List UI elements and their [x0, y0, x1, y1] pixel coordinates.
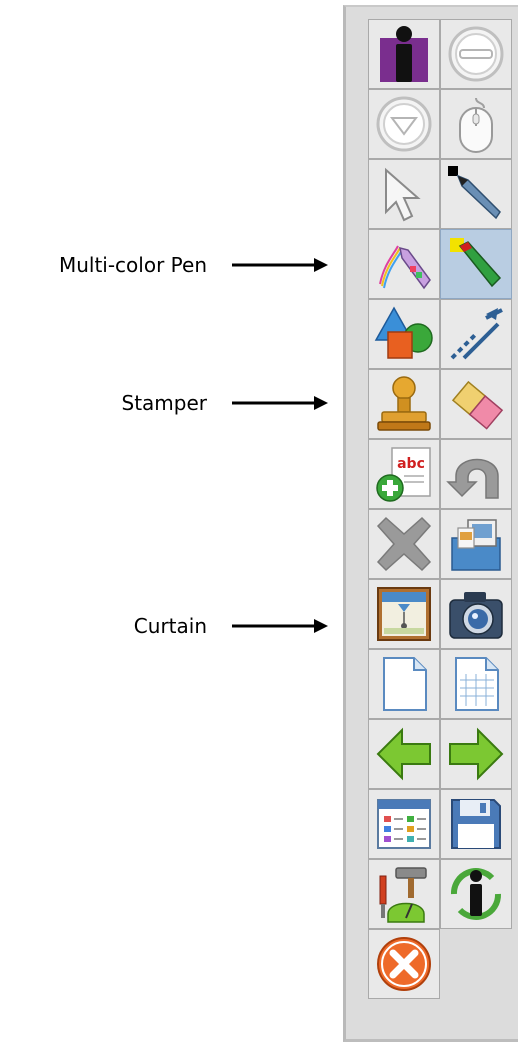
minimize-circle-icon	[448, 26, 504, 82]
add-text-icon: abc	[376, 447, 431, 502]
arrow-right-icon	[232, 258, 328, 272]
callout-label: Curtain	[133, 614, 207, 638]
next-page-button[interactable]	[440, 719, 512, 789]
add-text-button[interactable]: abc	[368, 439, 440, 509]
curtain-button[interactable]	[368, 579, 440, 649]
grid-page-icon	[455, 657, 499, 711]
callout-multicolor-pen: Multi-color Pen	[0, 250, 340, 280]
tools-button[interactable]	[368, 859, 440, 929]
mouse-icon	[459, 97, 493, 153]
pen-icon	[448, 166, 501, 220]
select-arrow-icon	[385, 167, 421, 222]
select-button[interactable]	[368, 159, 440, 229]
highlighter-pen-icon	[450, 238, 502, 288]
info-refresh-icon	[451, 868, 501, 920]
mouse-button[interactable]	[440, 89, 512, 159]
info-pillar-icon	[380, 26, 428, 82]
info-button[interactable]	[368, 19, 440, 89]
eraser-icon	[451, 380, 504, 430]
eraser-button[interactable]	[440, 369, 512, 439]
close-button[interactable]	[368, 929, 440, 999]
screen-capture-button[interactable]	[440, 509, 512, 579]
lines-icon	[450, 308, 503, 360]
highlighter-pen-button[interactable]	[440, 229, 512, 299]
save-button[interactable]	[440, 789, 512, 859]
page-sorter-icon	[377, 799, 431, 849]
previous-page-icon	[376, 727, 431, 781]
pen-toolbar: abc	[343, 5, 518, 1042]
multicolor-pen-button[interactable]	[368, 229, 440, 299]
lines-button[interactable]	[440, 299, 512, 369]
screen-capture-icon	[451, 519, 501, 571]
page-sorter-button[interactable]	[368, 789, 440, 859]
save-icon	[451, 799, 501, 849]
stamper-button[interactable]	[368, 369, 440, 439]
close-icon	[377, 937, 431, 991]
delete-button[interactable]	[368, 509, 440, 579]
delete-icon	[376, 516, 432, 572]
info-refresh-button[interactable]	[440, 859, 512, 929]
camera-icon	[449, 592, 503, 639]
collapse-down-circle-icon	[376, 96, 432, 152]
blank-page-button[interactable]	[368, 649, 440, 719]
callout-stamper: Stamper	[0, 388, 340, 418]
stamper-icon	[377, 376, 431, 431]
arrow-right-icon	[232, 619, 328, 633]
multicolor-pen-icon	[379, 245, 431, 290]
callout-label: Stamper	[121, 391, 208, 415]
svg-text:abc: abc	[397, 456, 425, 472]
blank-page-icon	[383, 657, 427, 711]
grid-page-button[interactable]	[440, 649, 512, 719]
pen-button[interactable]	[440, 159, 512, 229]
camera-button[interactable]	[440, 579, 512, 649]
previous-page-button[interactable]	[368, 719, 440, 789]
callout-curtain: Curtain	[0, 611, 340, 641]
minimize-button[interactable]	[440, 19, 512, 89]
next-page-icon	[449, 727, 504, 781]
tools-icon	[379, 867, 427, 923]
undo-icon	[446, 458, 499, 499]
undo-button[interactable]	[440, 439, 512, 509]
curtain-icon	[377, 587, 431, 641]
arrow-right-icon	[232, 396, 328, 410]
shapes-button[interactable]	[368, 299, 440, 369]
collapse-button[interactable]	[368, 89, 440, 159]
callout-label: Multi-color Pen	[58, 253, 207, 277]
shapes-icon	[374, 306, 433, 359]
